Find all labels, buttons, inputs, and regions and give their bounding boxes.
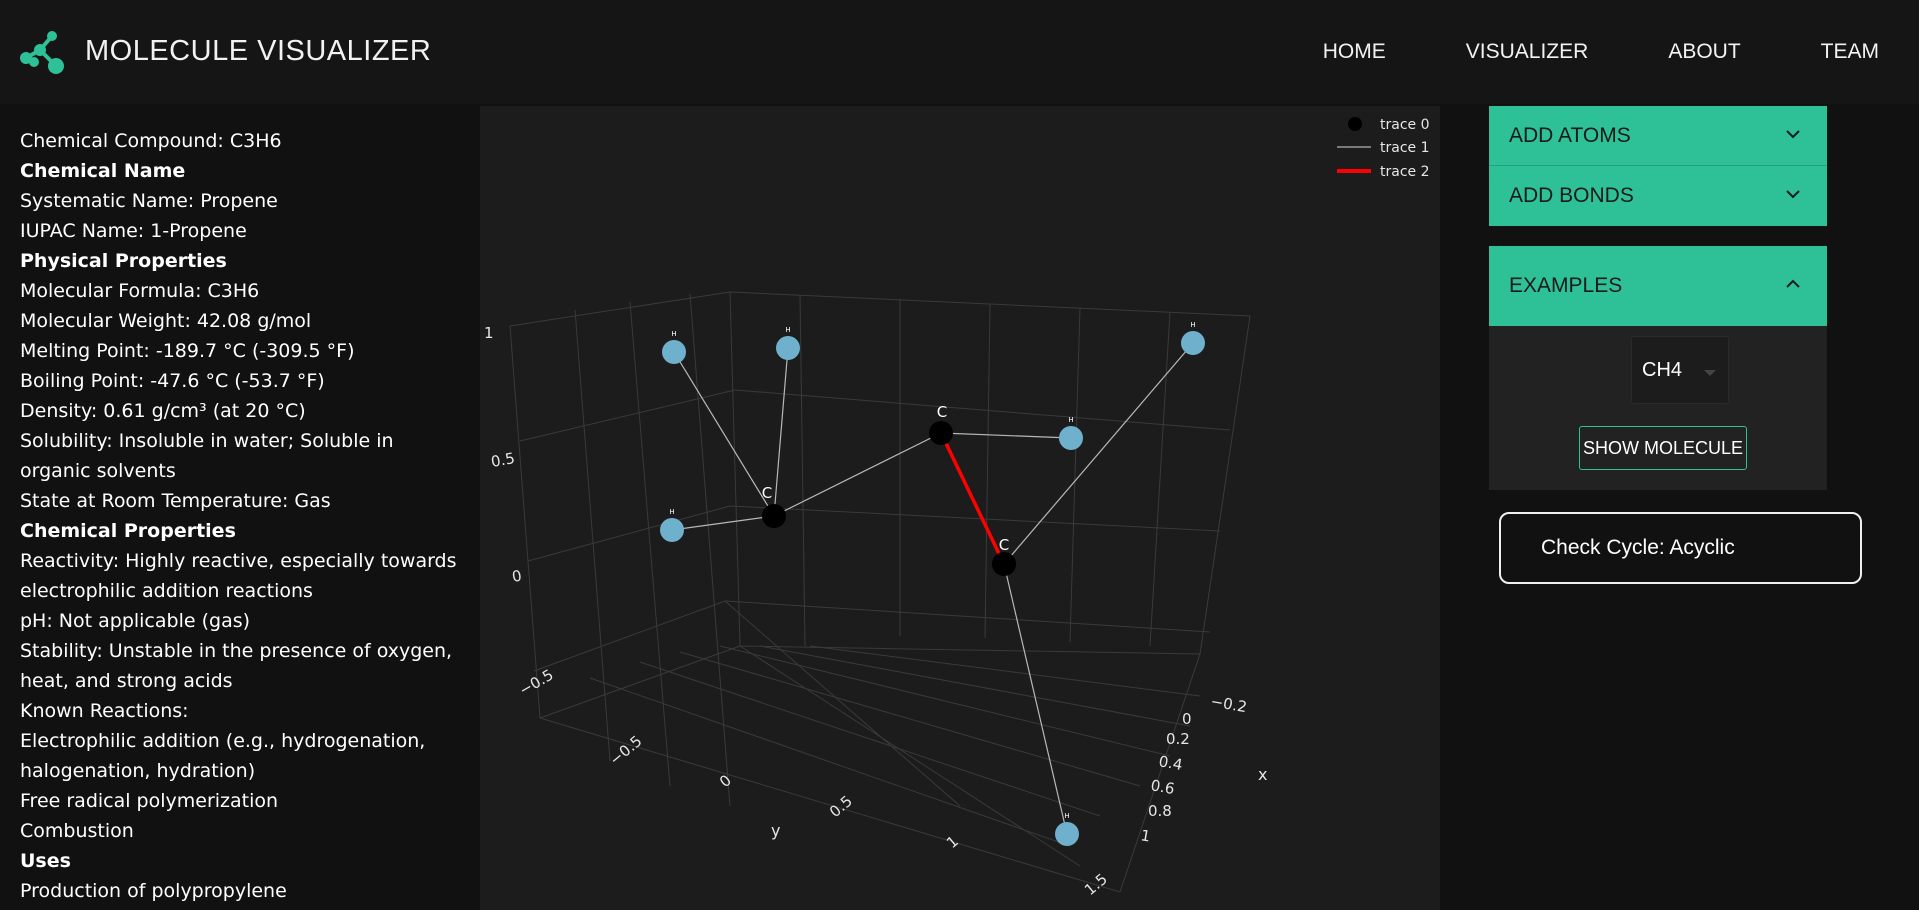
molecule-logo-icon[interactable] — [18, 30, 68, 78]
z-tick: 1 — [484, 324, 494, 342]
check-cycle-box: Check Cycle: Acyclic — [1499, 512, 1862, 584]
legend-item-trace-1[interactable]: trace 1 — [1337, 140, 1430, 156]
legend-label: trace 1 — [1380, 140, 1430, 156]
legend-label: trace 2 — [1380, 164, 1430, 180]
compound-line: Chemical Compound: C3H6 — [20, 130, 282, 152]
example-select[interactable]: CH4 — [1631, 336, 1729, 404]
x-axis-label: x — [1258, 765, 1267, 784]
add-bonds-accordion[interactable]: ADD BONDS — [1489, 166, 1827, 226]
hydrogen-atom — [660, 518, 684, 542]
density: Density: 0.61 g/cm³ (at 20 °C) — [20, 400, 306, 422]
hydrogen-atom — [662, 340, 686, 364]
y-axis-ticks: −0.5 0 0.5 1 1.5 y — [606, 732, 1111, 899]
atom-label-h: H — [1068, 416, 1073, 424]
add-atoms-label: ADD ATOMS — [1509, 124, 1631, 147]
double-bond — [939, 432, 1006, 565]
atom-label-c: C — [937, 403, 947, 421]
compound-info: Chemical Compound: C3H6 Chemical Name Sy… — [20, 126, 460, 906]
plot-canvas[interactable]: C C C H H H H H H 1 0.5 0 −0.5 −0.5 0 0.… — [480, 106, 1440, 910]
plot-gridlines — [509, 291, 1251, 893]
atom-label-h: H — [671, 330, 676, 338]
x-tick: 0 — [1182, 710, 1192, 728]
y-tick: 0.5 — [826, 792, 856, 821]
x-axis-ticks: −0.2 0 0.2 0.4 0.6 0.8 1 x — [1139, 692, 1267, 845]
x-tick: 0.8 — [1148, 802, 1172, 820]
check-cycle-text: Check Cycle: Acyclic — [1541, 536, 1735, 559]
use-item: Production of polypropylene — [20, 880, 287, 902]
atom-label-h: H — [785, 326, 790, 334]
stability: Stability: Unstable in the presence of o… — [20, 640, 453, 692]
physical-properties-heading: Physical Properties — [20, 250, 227, 272]
add-bonds-label: ADD BONDS — [1509, 184, 1634, 207]
y-tick: −0.5 — [606, 732, 645, 769]
solubility: Solubility: Insoluble in water; Soluble … — [20, 430, 394, 482]
navbar: MOLECULE VISUALIZER HOME VISUALIZER ABOU… — [0, 0, 1919, 104]
z-tick: 0 — [511, 567, 524, 586]
examples-accordion[interactable]: EXAMPLES — [1489, 246, 1827, 326]
atom-labels: C C C H H H H H H — [669, 321, 1195, 820]
nav-home[interactable]: HOME — [1323, 40, 1386, 64]
nav-links: HOME VISUALIZER ABOUT TEAM — [1243, 40, 1879, 64]
legend-label: trace 0 — [1380, 117, 1430, 133]
atom-label-c: C — [999, 536, 1009, 554]
y-axis-label: y — [771, 821, 780, 840]
reaction-item: Combustion — [20, 820, 134, 842]
examples-label: EXAMPLES — [1509, 274, 1623, 297]
chevron-up-icon[interactable] — [1785, 274, 1801, 298]
examples-panel: CH4 SHOW MOLECULE — [1489, 326, 1827, 490]
x-tick: 0.4 — [1157, 752, 1184, 774]
z-tick: 0.5 — [490, 449, 517, 471]
atom-label-h: H — [669, 508, 674, 516]
ph: pH: Not applicable (gas) — [20, 610, 251, 632]
nav-visualizer[interactable]: VISUALIZER — [1466, 40, 1589, 64]
add-atoms-accordion[interactable]: ADD ATOMS — [1489, 106, 1827, 166]
example-select-value: CH4 — [1642, 359, 1683, 381]
atom-label-h: H — [1190, 321, 1195, 329]
x-tick: 0.2 — [1166, 730, 1190, 748]
hydrogen-atom — [1055, 822, 1079, 846]
uses-heading: Uses — [20, 850, 71, 872]
boiling-point: Boiling Point: -47.6 °C (-53.7 °F) — [20, 370, 325, 392]
known-reactions-heading: Known Reactions: — [20, 700, 189, 722]
chemical-properties-heading: Chemical Properties — [20, 520, 236, 542]
x-tick: 1 — [1139, 826, 1152, 845]
y-tick: 1 — [943, 832, 962, 852]
chemical-name-heading: Chemical Name — [20, 160, 186, 182]
reaction-item: Electrophilic addition (e.g., hydrogenat… — [20, 730, 426, 782]
hydrogen-atom — [776, 336, 800, 360]
hydrogen-atom — [1181, 331, 1205, 355]
hydrogen-atom — [1059, 426, 1083, 450]
z-axis-ticks: 1 0.5 0 −0.5 — [484, 324, 557, 699]
brand-title[interactable]: MOLECULE VISUALIZER — [85, 35, 431, 68]
legend-item-trace-2[interactable]: trace 2 — [1337, 164, 1430, 180]
x-tick: −0.2 — [1209, 692, 1248, 716]
nav-about[interactable]: ABOUT — [1668, 40, 1740, 64]
plot-legend[interactable]: trace 0 trace 1 trace 2 — [1337, 117, 1430, 180]
atoms — [660, 331, 1205, 846]
reactivity: Reactivity: Highly reactive, especially … — [20, 550, 457, 602]
nav-team[interactable]: TEAM — [1821, 40, 1879, 64]
carbon-atom — [762, 504, 786, 528]
systematic-name: Systematic Name: Propene — [20, 190, 278, 212]
y-tick: 0 — [716, 771, 735, 791]
carbon-atom — [929, 421, 953, 445]
molecular-formula: Molecular Formula: C3H6 — [20, 280, 260, 302]
legend-item-trace-0[interactable]: trace 0 — [1348, 117, 1430, 133]
show-molecule-button[interactable]: SHOW MOLECULE — [1579, 426, 1747, 470]
room-state: State at Room Temperature: Gas — [20, 490, 331, 512]
molecular-weight: Molecular Weight: 42.08 g/mol — [20, 310, 312, 332]
carbon-atom — [992, 552, 1016, 576]
x-tick: 0.6 — [1149, 776, 1176, 798]
caret-down-icon — [1704, 370, 1716, 376]
melting-point: Melting Point: -189.7 °C (-309.5 °F) — [20, 340, 355, 362]
y-tick: 1.5 — [1081, 870, 1111, 899]
atom-label-c: C — [762, 484, 772, 502]
chevron-down-icon[interactable] — [1785, 124, 1801, 148]
chevron-down-icon[interactable] — [1785, 184, 1801, 208]
atom-label-h: H — [1064, 812, 1069, 820]
molecule-3d-plot[interactable]: C C C H H H H H H 1 0.5 0 −0.5 −0.5 0 0.… — [480, 106, 1440, 910]
reaction-item: Free radical polymerization — [20, 790, 279, 812]
iupac-name: IUPAC Name: 1-Propene — [20, 220, 247, 242]
